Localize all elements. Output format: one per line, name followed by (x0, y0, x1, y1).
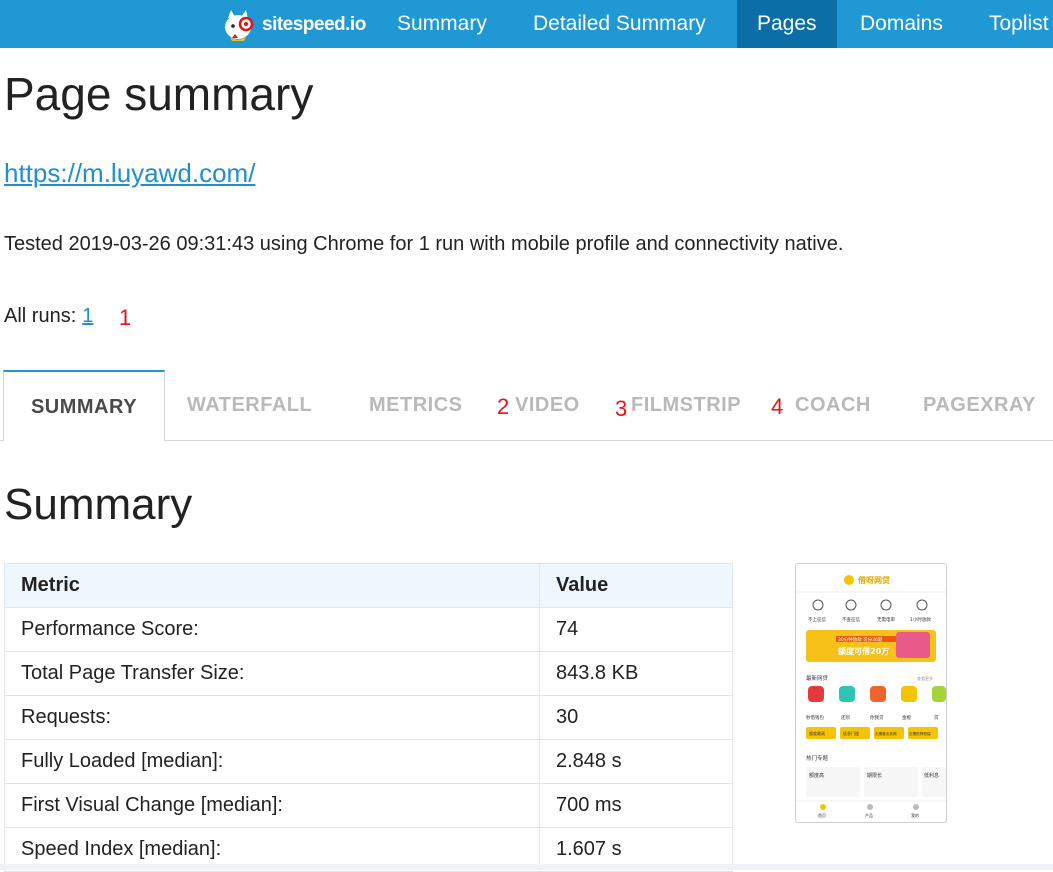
column-header-value: Value (539, 563, 733, 608)
page-title: Page summary (4, 68, 314, 120)
page-url-link[interactable]: https://m.luyawd.com/ (4, 158, 255, 189)
search-icon (845, 599, 857, 611)
brand-link[interactable]: sitespeed.io (222, 6, 366, 44)
app-logo-icon (844, 575, 854, 585)
thumb-tag-label: 无需营业执照 (875, 731, 897, 736)
table-row: First Visual Change [median]: 700 ms (4, 783, 733, 828)
thumb-bottom-nav-label: 产品 (865, 812, 873, 818)
tab-pagexray[interactable]: PAGEXRAY (923, 370, 1036, 439)
thumb-product-label: 秒借钱包 (806, 714, 824, 721)
thumb-tag-label: 低息门槛 (843, 730, 859, 736)
phone-icon (880, 599, 892, 611)
nav-toplist[interactable]: Toplist (969, 0, 1053, 48)
topic-card (864, 767, 918, 797)
metric-value: 843.8 KB (539, 651, 733, 696)
metric-name: Requests: (4, 695, 540, 740)
table-row: Performance Score: 74 (4, 607, 733, 652)
sitespeed-logo-icon (225, 10, 254, 41)
thumb-product-label: 你我贷 (870, 714, 884, 721)
nav-detailed-summary[interactable]: Detailed Summary (513, 0, 726, 48)
thumb-tag-label: 无需抵押担保 (909, 731, 931, 736)
product-tab-icon (867, 804, 873, 810)
app-name: 借呀网贷 (857, 575, 890, 585)
brand-name: sitespeed.io (262, 14, 366, 35)
tested-info: Tested 2019-03-26 09:31:43 using Chrome … (4, 233, 844, 255)
nav-summary[interactable]: Summary (377, 0, 507, 48)
thumb-topic-label: 期限长 (867, 772, 882, 779)
page-screenshot-thumbnail[interactable]: 借呀网贷 不上征信 不查征信 无需电审 1小时放款 30分钟放款 可分36期 额… (795, 563, 947, 823)
table-header-row: Metric Value (4, 563, 733, 608)
annotation-1: 1 (119, 305, 132, 330)
yuan-icon (916, 599, 928, 611)
thumb-product-label: 金橙 (902, 714, 911, 721)
annotation-2: 2 (497, 394, 510, 419)
table-row: Requests: 30 (4, 695, 733, 740)
thumb-bottom-nav-label: 我的 (911, 812, 919, 818)
thumb-topic-label: 额度高 (809, 772, 824, 779)
thumb-product-label: 还呗 (841, 714, 850, 721)
thumb-topic-label: 低利息 (924, 772, 939, 779)
annotation-4: 4 (771, 394, 784, 419)
tab-coach[interactable]: COACH (795, 370, 871, 439)
summary-heading: Summary (4, 480, 193, 529)
tab-summary[interactable]: SUMMARY (3, 370, 165, 441)
thumb-icon-label: 不上征信 (808, 616, 826, 623)
metric-value: 30 (539, 695, 733, 740)
product-icon (839, 686, 855, 702)
metric-value: 2.848 s (539, 739, 733, 784)
product-icon (932, 686, 946, 702)
summary-table: Metric Value Performance Score: 74 Total… (4, 563, 733, 872)
home-icon (820, 804, 826, 810)
top-navbar: sitespeed.io Summary Detailed Summary Pa… (0, 0, 1053, 48)
thumb-more-link: 查看更多 (917, 675, 933, 681)
metric-value: 74 (539, 607, 733, 652)
topic-card (922, 767, 946, 797)
shield-icon (812, 599, 824, 611)
column-header-metric: Metric (4, 563, 540, 608)
page-tabs: SUMMARY WATERFALL METRICS VIDEO FILMSTRI… (0, 370, 1053, 441)
thumb-icon-label: 不查征信 (842, 616, 860, 623)
metric-name: Performance Score: (4, 607, 540, 652)
all-runs-label: All runs: (4, 305, 77, 327)
metric-name: Total Page Transfer Size: (4, 651, 540, 696)
thumb-icon-label: 无需电审 (877, 616, 895, 623)
product-icon (901, 686, 917, 702)
tab-metrics[interactable]: METRICS (369, 370, 463, 439)
table-row: Total Page Transfer Size: 843.8 KB (4, 651, 733, 696)
screenshot-preview: 借呀网贷 不上征信 不查征信 无需电审 1小时放款 30分钟放款 可分36期 额… (796, 575, 946, 818)
banner-illustration (896, 632, 930, 658)
nav-domains[interactable]: Domains (840, 0, 963, 48)
thumb-section-title: 热门专题 (806, 754, 829, 762)
banner-line-2: 额度可借20万 (838, 646, 889, 656)
nav-pages[interactable]: Pages (737, 0, 837, 48)
all-runs: All runs: 1 (4, 305, 93, 328)
product-icon (870, 686, 886, 702)
thumb-product-label: 贷 (934, 714, 939, 721)
metric-name: First Visual Change [median]: (4, 783, 540, 828)
annotation-3: 3 (615, 396, 628, 421)
tab-waterfall[interactable]: WATERFALL (187, 370, 312, 439)
table-row: Fully Loaded [median]: 2.848 s (4, 739, 733, 784)
run-link-1[interactable]: 1 (82, 305, 93, 327)
banner-line-1: 30分钟放款 可分36期 (838, 636, 883, 643)
thumb-icon-label: 1小时放款 (910, 616, 931, 623)
bottom-scroll-strip (0, 864, 1053, 870)
metric-name: Fully Loaded [median]: (4, 739, 540, 784)
thumb-section-title: 最新网贷 (806, 674, 829, 682)
topic-card (806, 767, 860, 797)
metric-value: 700 ms (539, 783, 733, 828)
tab-video[interactable]: VIDEO (515, 370, 580, 439)
profile-icon (913, 804, 919, 810)
thumb-bottom-nav-label: 首页 (818, 812, 826, 818)
thumb-tag-label: 额度最高 (809, 730, 825, 736)
tab-filmstrip[interactable]: FILMSTRIP (631, 370, 741, 439)
product-icon (808, 686, 824, 702)
